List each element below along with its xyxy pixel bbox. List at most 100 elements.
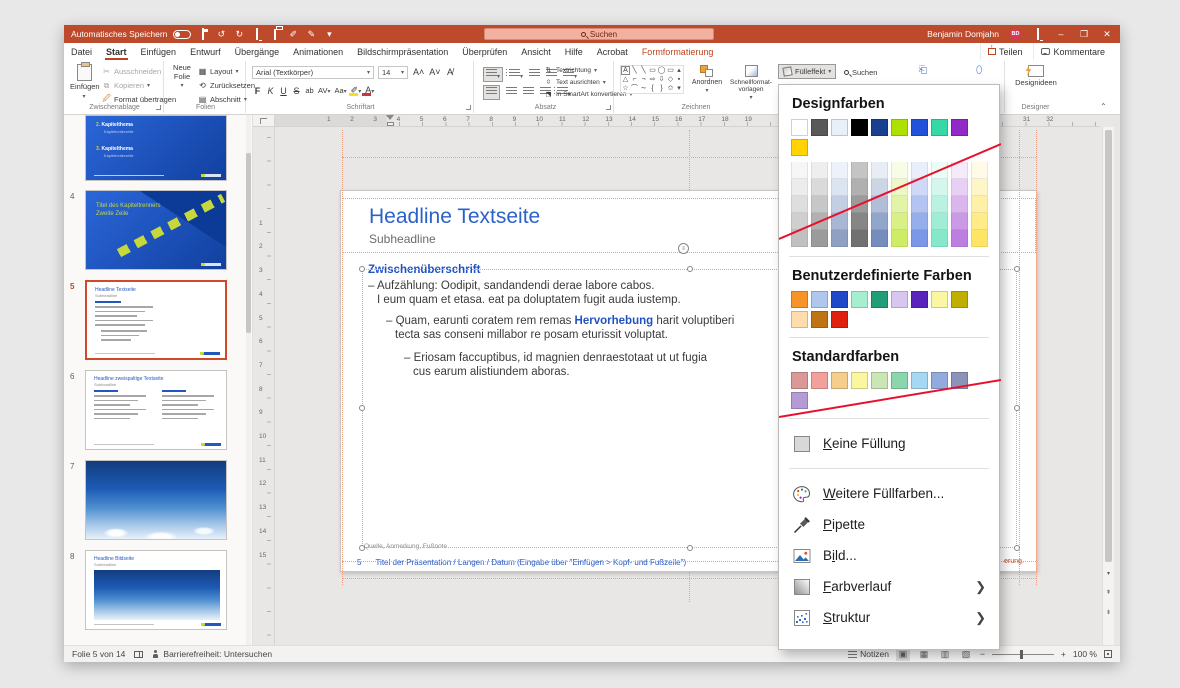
design-color-swatch[interactable]: [871, 119, 888, 136]
clear-formatting-button[interactable]: A̸: [446, 67, 455, 77]
custom-color-swatch[interactable]: [951, 291, 968, 308]
new-slide-button[interactable]: Neue Folie▾: [168, 64, 196, 90]
design-color-variant-swatch[interactable]: [891, 213, 908, 230]
custom-color-swatch[interactable]: [831, 291, 848, 308]
design-color-swatch[interactable]: [831, 119, 848, 136]
design-color-variant-swatch[interactable]: [831, 213, 848, 230]
shape-icon[interactable]: ╲: [639, 66, 648, 75]
shrink-font-button[interactable]: A˅: [429, 67, 440, 77]
custom-color-swatch[interactable]: [791, 291, 808, 308]
next-slide-icon[interactable]: ⇟: [1103, 609, 1114, 616]
design-ideas-button[interactable]: Designideen: [1013, 65, 1059, 88]
text-shadow-button[interactable]: ab: [305, 86, 314, 95]
italic-button[interactable]: K: [266, 86, 275, 96]
scroll-down-icon[interactable]: ▾: [1103, 570, 1114, 577]
scrollbar-thumb[interactable]: [1105, 130, 1112, 562]
resize-handle[interactable]: [1014, 405, 1020, 411]
resize-handle[interactable]: [687, 266, 693, 272]
zoom-in-button[interactable]: +: [1061, 649, 1066, 659]
ribbon-display-options-icon[interactable]: [1032, 30, 1044, 39]
arrange-button[interactable]: Anordnen▾: [688, 64, 726, 95]
shape-icon[interactable]: ⇩: [657, 75, 666, 84]
font-size-select[interactable]: 14▾: [378, 66, 408, 79]
slide-thumbnail-8[interactable]: Headline BildseiteSubheadline: [85, 550, 227, 630]
custom-color-swatch[interactable]: [851, 291, 868, 308]
design-color-variant-swatch[interactable]: [871, 213, 888, 230]
design-color-variant-swatch[interactable]: [811, 196, 828, 213]
zoom-out-button[interactable]: −: [980, 649, 985, 659]
resize-handle[interactable]: [1014, 266, 1020, 272]
design-color-variant-swatch[interactable]: [871, 162, 888, 179]
tab-übergänge[interactable]: Übergänge: [228, 43, 287, 60]
design-color-variant-swatch[interactable]: [871, 179, 888, 196]
custom-color-swatch[interactable]: [831, 311, 848, 328]
paste-button[interactable]: Einfügen▾: [70, 64, 98, 101]
design-color-variant-swatch[interactable]: [811, 162, 828, 179]
shape-icon[interactable]: ╲: [630, 66, 639, 75]
shape-icon[interactable]: {: [648, 84, 657, 93]
slide-thumbnail-5[interactable]: Headline TextseiteSubheadline: [85, 280, 227, 360]
design-color-variant-swatch[interactable]: [911, 179, 928, 196]
design-color-variant-swatch[interactable]: [971, 213, 988, 230]
replace-icon[interactable]: ⎗: [919, 65, 927, 76]
design-color-variant-swatch[interactable]: [851, 196, 868, 213]
standard-color-swatch[interactable]: [791, 392, 808, 409]
select-icon[interactable]: ⬯: [976, 65, 982, 76]
design-color-variant-swatch[interactable]: [831, 230, 848, 247]
tab-formformatierung[interactable]: Formformatierung: [635, 43, 721, 60]
resize-handle[interactable]: [687, 545, 693, 551]
bullets-button[interactable]: ▾: [483, 67, 503, 82]
tab-bildschirmpräsentation[interactable]: Bildschirmpräsentation: [350, 43, 455, 60]
hanging-indent-marker[interactable]: [387, 122, 394, 126]
design-color-variant-swatch[interactable]: [971, 179, 988, 196]
search-box[interactable]: Suchen: [484, 28, 714, 40]
design-color-swatch[interactable]: [931, 119, 948, 136]
fit-to-window-icon[interactable]: [1104, 650, 1112, 658]
copy-button[interactable]: ⧉Kopieren▾: [102, 80, 176, 91]
design-color-variant-swatch[interactable]: [951, 196, 968, 213]
shape-icon[interactable]: ∼: [639, 84, 648, 93]
shape-icon[interactable]: A: [621, 66, 630, 75]
design-color-variant-swatch[interactable]: [851, 213, 868, 230]
clipboard-dialog-launcher[interactable]: [156, 105, 161, 110]
standard-color-swatch[interactable]: [911, 372, 928, 389]
share-button[interactable]: Teilen: [980, 43, 1030, 60]
numbering-button[interactable]: ▾: [509, 69, 523, 80]
shape-icon[interactable]: ¬: [639, 75, 648, 84]
decrease-indent-button[interactable]: [529, 69, 540, 80]
shape-icon[interactable]: ✩: [666, 84, 675, 93]
shape-icon[interactable]: ⇨: [648, 75, 657, 84]
shape-icon[interactable]: ▭: [666, 66, 675, 75]
layout-button[interactable]: ▦Layout▾: [198, 66, 255, 77]
design-color-variant-swatch[interactable]: [891, 196, 908, 213]
design-color-swatch[interactable]: [911, 119, 928, 136]
tab-einfügen[interactable]: Einfügen: [134, 43, 184, 60]
text-direction-button[interactable]: ⇅Textrichtung▾: [544, 65, 614, 75]
custom-color-swatch[interactable]: [811, 311, 828, 328]
design-color-variant-swatch[interactable]: [791, 162, 808, 179]
slide-indicator[interactable]: Folie 5 von 14: [72, 649, 125, 659]
minimize-button[interactable]: –: [1055, 25, 1067, 43]
design-color-swatch[interactable]: [891, 119, 908, 136]
shape-icon[interactable]: }: [657, 84, 666, 93]
design-color-variant-swatch[interactable]: [951, 162, 968, 179]
tab-entwurf[interactable]: Entwurf: [183, 43, 228, 60]
shape-icon[interactable]: ☆: [621, 84, 630, 93]
design-color-variant-swatch[interactable]: [831, 179, 848, 196]
design-color-variant-swatch[interactable]: [971, 196, 988, 213]
redo-icon[interactable]: ↻: [233, 30, 245, 39]
menu-item-bild---[interactable]: Bild...: [779, 540, 999, 571]
autosave-toggle[interactable]: [173, 30, 191, 39]
notes-button[interactable]: Notizen: [848, 649, 889, 659]
custom-color-swatch[interactable]: [911, 291, 928, 308]
standard-color-swatch[interactable]: [811, 372, 828, 389]
restore-button[interactable]: ❐: [1078, 25, 1090, 43]
align-center-button[interactable]: [506, 87, 517, 98]
custom-color-swatch[interactable]: [791, 311, 808, 328]
shapes-gallery[interactable]: A╲╲▭◯▭▴△⌐¬⇨⇩◇▪☆⌒∼{}✩▾: [620, 65, 684, 94]
slide-thumbnail-6[interactable]: Headline zweispaltige TextseiteSubheadli…: [85, 370, 227, 450]
design-color-variant-swatch[interactable]: [851, 162, 868, 179]
design-color-variant-swatch[interactable]: [831, 162, 848, 179]
design-color-variant-swatch[interactable]: [911, 196, 928, 213]
canvas-scrollbar[interactable]: ▾ ⇞ ⇟: [1102, 127, 1114, 645]
